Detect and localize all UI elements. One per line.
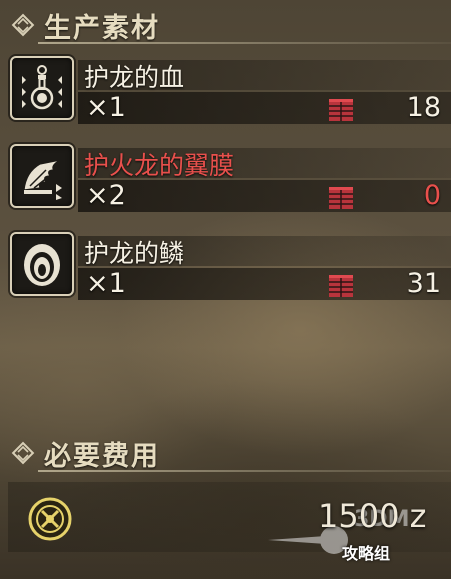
quantity-bar	[78, 180, 451, 212]
material-icon-frame	[10, 232, 74, 296]
item-box-icon	[329, 275, 353, 297]
material-row[interactable]: 护龙的鳞 ×1 31	[8, 228, 451, 304]
owned-count: 31	[406, 268, 441, 299]
material-name: 护龙的鳞	[84, 239, 185, 268]
material-row[interactable]: 护火龙的翼膜 ×2 0	[8, 140, 451, 216]
item-box-icon	[329, 99, 353, 121]
material-icon-frame	[10, 144, 74, 208]
required-quantity: ×1	[86, 92, 126, 123]
material-row[interactable]: 护龙的血 ×1 18	[8, 52, 451, 128]
scale-icon	[24, 244, 60, 286]
diamond-icon	[11, 441, 35, 465]
owned-count: 0	[423, 180, 441, 211]
materials-title: 生产素材	[44, 13, 160, 44]
quantity-bar	[78, 268, 451, 300]
fee-amount: 1500 z	[318, 497, 427, 535]
material-icon-frame	[10, 56, 74, 120]
owned-count: 18	[406, 92, 441, 123]
material-name: 护火龙的翼膜	[84, 151, 235, 180]
required-quantity: ×2	[86, 180, 126, 211]
wing-membrane-icon	[23, 159, 62, 200]
zenny-coin-icon	[28, 497, 72, 541]
required-quantity: ×1	[86, 268, 126, 299]
fee-title: 必要费用	[44, 441, 160, 472]
quantity-bar	[78, 92, 451, 124]
watermark-text: 攻略组	[342, 544, 391, 563]
blood-flask-icon	[22, 65, 62, 110]
item-box-icon	[329, 187, 353, 209]
fee-section-header: 必要费用	[0, 428, 451, 476]
materials-section-header: 生产素材	[0, 0, 451, 48]
material-name: 护龙的血	[84, 63, 185, 92]
divider	[38, 42, 451, 44]
divider	[38, 470, 451, 472]
diamond-icon	[11, 13, 35, 37]
